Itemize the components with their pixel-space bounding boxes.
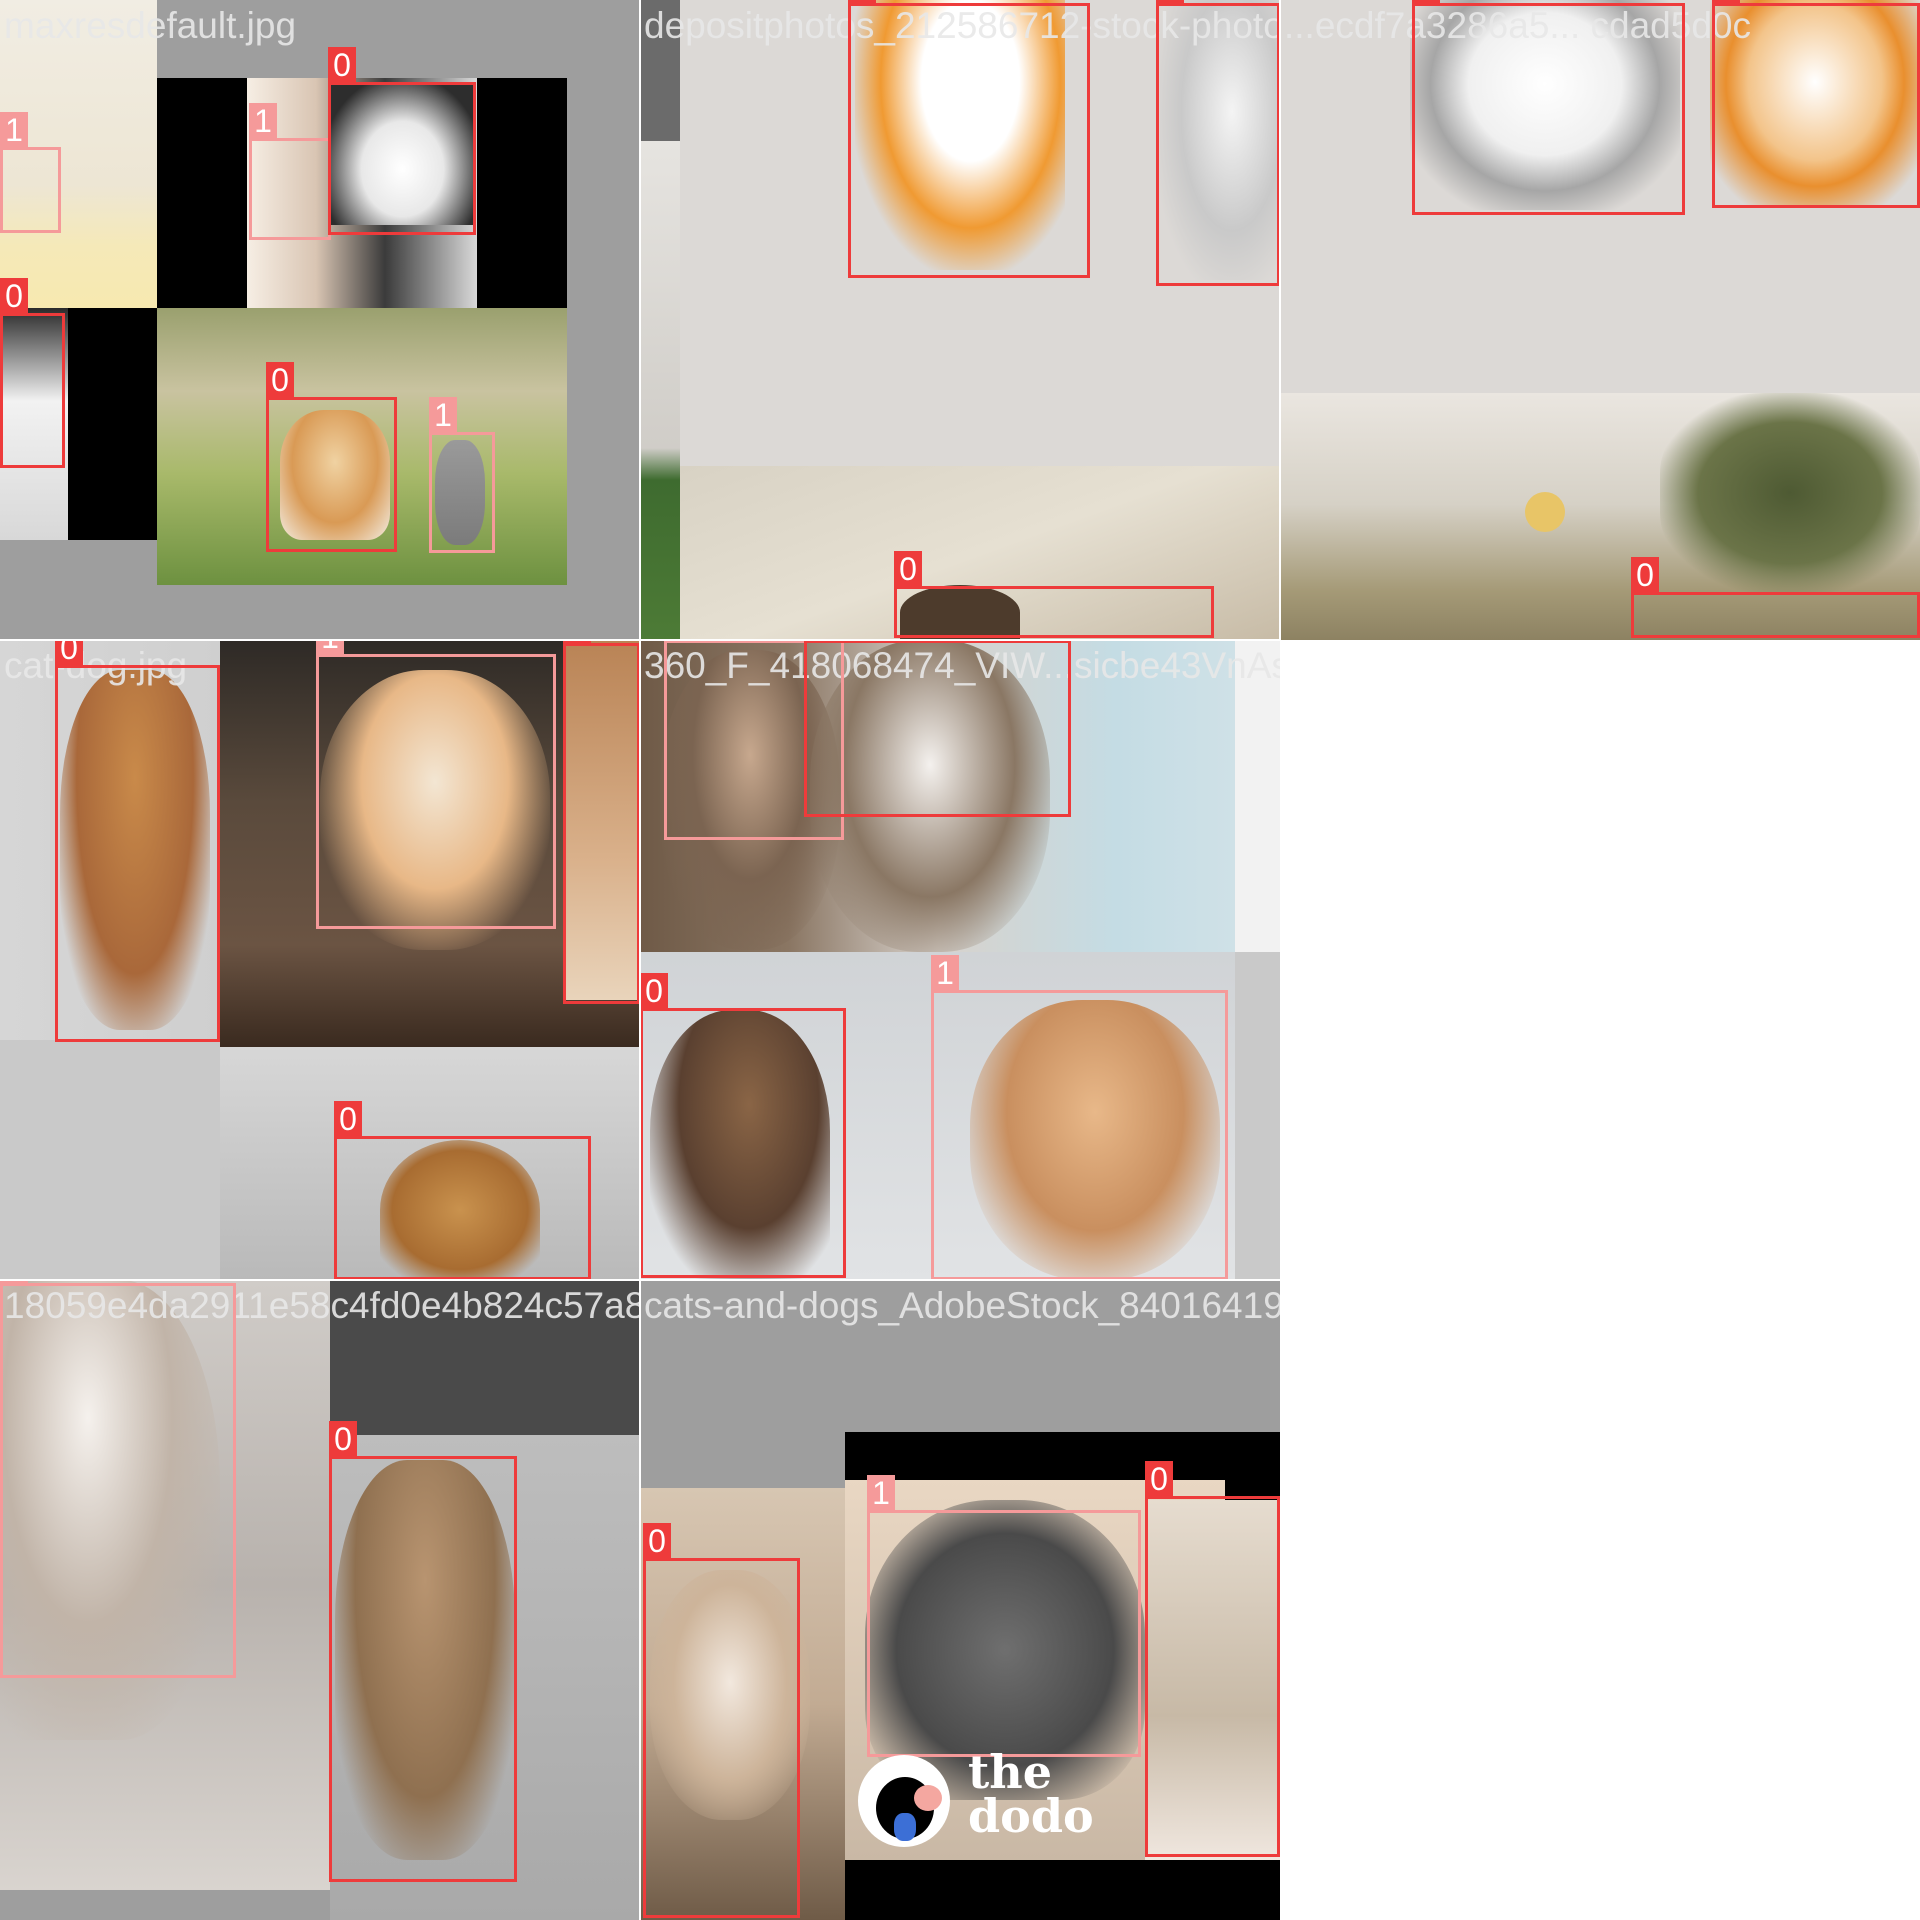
mosaic-tile-5: 360_F_418068474_VIW...sicbe43VnAsA 1 0 0… (640, 640, 1280, 1280)
bbox-label: 0 (1631, 557, 1659, 593)
grid-separator (0, 1279, 1280, 1281)
photo-edge-strip-2 (1235, 952, 1280, 1280)
bbox-class-0: 0 (1631, 557, 1920, 638)
bbox-class-0: 0 (640, 973, 846, 1278)
mosaic-tile-6: 18059e4da2911e58c4fd0e4b824c57a8.jpg 1 0 (0, 1280, 640, 1920)
bbox-label: 0 (1145, 1461, 1173, 1497)
bbox-class-0: 0 (1145, 1461, 1280, 1857)
bbox-label: 0 (848, 0, 876, 4)
photo-butterfly (1525, 492, 1565, 532)
bbox-label: 0 (329, 1421, 357, 1457)
photo-room-strip (640, 0, 680, 640)
mosaic-tile-3: ...ecdf7a3286a5... cdad5d0c 0 0 0 (1280, 0, 1920, 640)
bbox-class-0: 0 (334, 1101, 591, 1280)
tile-filename: maxresdefault.jpg (4, 5, 297, 46)
photo-tree-blur (1660, 393, 1920, 593)
grid-separator (1279, 0, 1281, 640)
bbox-class-1: 1 (0, 112, 61, 233)
grid-separator (0, 639, 1280, 641)
bbox-label: 1 (931, 955, 959, 991)
bbox-class-0: 0 (563, 640, 640, 1004)
bbox-label: 0 (266, 362, 294, 398)
bbox-label: 0 (55, 640, 83, 666)
mosaic-tile-4: cat-dog.jpg 0 1 0 0 (0, 640, 640, 1280)
bbox-class-0: 0 (1712, 0, 1920, 208)
bbox-label: 1 (0, 112, 28, 148)
bbox-class-1: 1 (429, 397, 495, 553)
bbox-label: 0 (0, 278, 28, 314)
bbox-label: 1 (316, 640, 344, 655)
bbox-label: 0 (328, 47, 356, 83)
bbox-class-0: 0 (643, 1523, 800, 1918)
bbox-class-0: 0 (1156, 0, 1280, 286)
bbox-label: 0 (1412, 0, 1440, 4)
bbox-class-0: 0 (894, 551, 1214, 638)
bbox-class-1: 1 (0, 1280, 236, 1678)
bbox-label: 0 (643, 1523, 671, 1559)
bbox-class-0: 0 (1412, 0, 1685, 215)
bbox-label: 0 (640, 973, 668, 1009)
logo-text-dodo: dodo (968, 1789, 1094, 1843)
bbox-class-1: 1 (867, 1475, 1141, 1757)
bbox-class-0: 0 (328, 47, 476, 235)
bbox-label: 1 (429, 397, 457, 433)
the-dodo-logo: the dodo (858, 1749, 1098, 1850)
bbox-class-0: 0 (804, 640, 1071, 817)
bbox-class-0: 0 (848, 0, 1090, 278)
bbox-class-1: 1 (249, 103, 331, 240)
bbox-class-1: 1 (316, 640, 556, 929)
bbox-class-0: 0 (329, 1421, 517, 1882)
bbox-label: 1 (249, 103, 277, 139)
tile-filename: cats-and-dogs_AdobeStock_84016419-1024x6 (644, 1285, 1280, 1326)
bbox-label: 1 (867, 1475, 895, 1511)
bbox-class-0: 0 (266, 362, 397, 552)
mosaic-tile-7: cats-and-dogs_AdobeStock_84016419-1024x6… (640, 1280, 1280, 1920)
bbox-label: 0 (1712, 0, 1740, 4)
dodo-bird-icon (858, 1755, 950, 1847)
mosaic-tile-1: maxresdefault.jpg 1 1 0 0 0 1 (0, 0, 640, 640)
grid-separator (639, 0, 641, 1920)
mosaic-tile-2: depositphotos_212586712-stock-photo... 0… (640, 0, 1280, 640)
bbox-class-0: 0 (0, 278, 65, 468)
bbox-label: 0 (894, 551, 922, 587)
bbox-class-1: 1 (931, 955, 1228, 1280)
bbox-class-0: 0 (55, 640, 220, 1042)
photo-black-pad-2 (68, 308, 158, 540)
bbox-label: 0 (1156, 0, 1184, 4)
bbox-label: 0 (334, 1101, 362, 1137)
